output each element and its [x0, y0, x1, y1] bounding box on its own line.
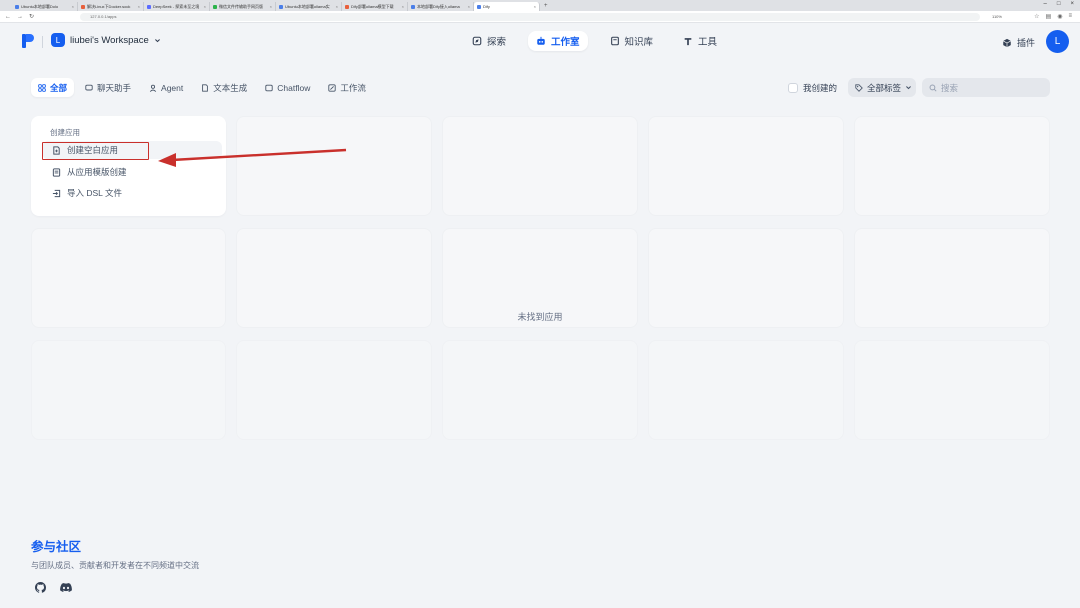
community-title: 参与社区	[31, 540, 82, 554]
community-section: 参与社区 与团队成员、贡献者和开发者在不同频道中交流	[31, 536, 199, 593]
github-icon[interactable]	[35, 582, 46, 593]
community-description: 与团队成员、贡献者和开发者在不同频道中交流	[31, 561, 199, 570]
empty-apps-message: 未找到应用	[517, 312, 563, 322]
community-links	[35, 582, 199, 593]
discord-icon[interactable]	[60, 582, 72, 593]
annotation-arrow-icon	[158, 148, 347, 167]
